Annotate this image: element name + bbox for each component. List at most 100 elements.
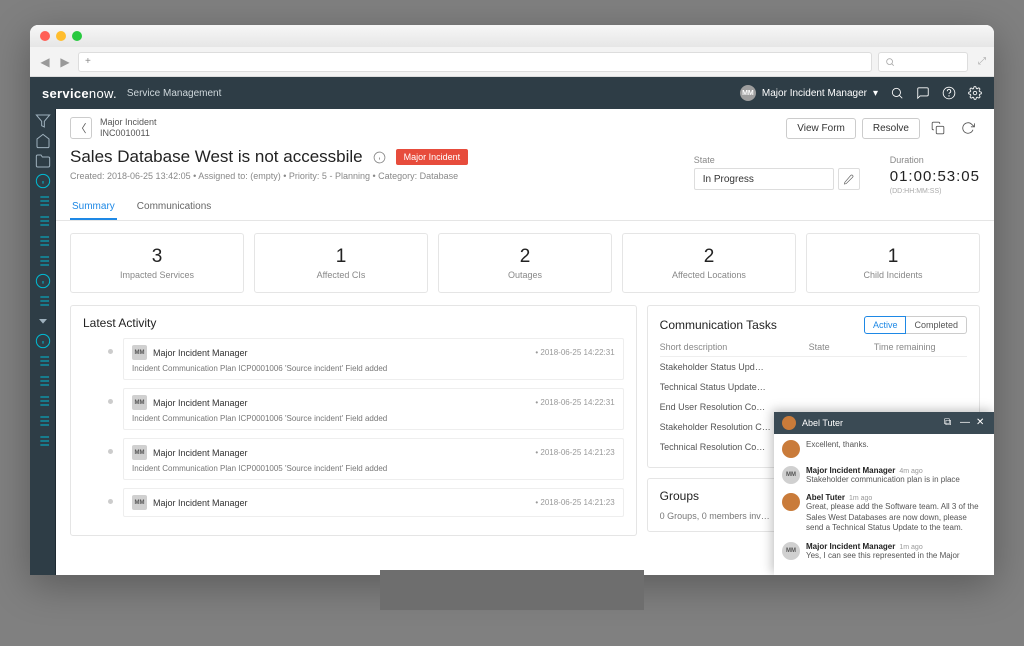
filter-icon[interactable]	[35, 113, 51, 129]
chat-msg-avatar: MM	[782, 542, 800, 560]
kpi-label: Impacted Services	[75, 270, 239, 280]
nav-forward-icon[interactable]: ▶	[58, 55, 72, 69]
monitor-frame: ◀ ▶ + ⤢ servicenow. Service Management M…	[30, 25, 994, 575]
kpi-row: 3Impacted Services1Affected CIs2Outages2…	[56, 221, 994, 305]
browser-search[interactable]	[878, 52, 968, 72]
resolve-button[interactable]: Resolve	[862, 118, 920, 139]
tab-communications[interactable]: Communications	[135, 195, 213, 220]
gear-icon[interactable]	[968, 86, 982, 100]
list-icon[interactable]	[35, 213, 51, 229]
popout-icon[interactable]: ⧉	[944, 418, 954, 428]
monitor-stand	[380, 570, 644, 610]
folder-icon[interactable]	[35, 153, 51, 169]
list-icon[interactable]	[35, 193, 51, 209]
comm-task-row[interactable]: Technical Status Update…	[660, 377, 967, 397]
activity-time: 2018-06-25 14:21:23	[535, 498, 614, 507]
mac-zoom-icon[interactable]	[72, 31, 82, 41]
list-icon[interactable]	[35, 233, 51, 249]
duration-format: (DD:HH:MM:SS)	[890, 188, 980, 195]
copy-icon[interactable]	[926, 117, 950, 139]
chat-popup: Abel Tuter ⧉ — ✕ Excellent, thanks. MM Maj…	[774, 412, 994, 575]
activity-author: Major Incident Manager	[153, 498, 248, 508]
latest-activity-panel: Latest Activity MMMajor Incident Manager…	[70, 305, 637, 536]
activity-author: Major Incident Manager	[153, 348, 248, 358]
kpi-number: 1	[811, 246, 975, 268]
state-field[interactable]: In Progress	[694, 168, 834, 190]
record-title: Sales Database West is not accessbile	[70, 147, 363, 167]
minimize-icon[interactable]: —	[960, 418, 970, 428]
activity-item[interactable]: MMMajor Incident Manager2018-06-25 14:22…	[123, 388, 624, 430]
chat-msg-text: Great, please add the Software team. All…	[806, 502, 986, 533]
activity-time: 2018-06-25 14:22:31	[535, 348, 614, 357]
back-button[interactable]: 〈	[70, 117, 92, 139]
fullscreen-icon[interactable]: ⤢	[978, 56, 986, 67]
search-icon[interactable]	[890, 86, 904, 100]
toggle-completed[interactable]: Completed	[906, 316, 967, 334]
mac-minimize-icon[interactable]	[56, 31, 66, 41]
mac-titlebar	[30, 25, 994, 47]
toggle-active[interactable]: Active	[864, 316, 907, 334]
chat-msg-avatar: MM	[782, 466, 800, 484]
view-form-button[interactable]: View Form	[786, 118, 856, 139]
kpi-label: Child Incidents	[811, 270, 975, 280]
major-incident-badge: Major Incident	[396, 149, 469, 165]
list-icon[interactable]	[35, 353, 51, 369]
list-icon[interactable]	[35, 393, 51, 409]
comm-task-row[interactable]: Stakeholder Status Upd…	[660, 357, 967, 377]
chat-msg-text: Excellent, thanks.	[806, 440, 986, 450]
list-icon[interactable]	[35, 433, 51, 449]
info-icon[interactable]	[35, 273, 51, 289]
ct-col-desc: Short description	[660, 342, 809, 352]
list-icon[interactable]	[35, 373, 51, 389]
browser-toolbar: ◀ ▶ + ⤢	[30, 47, 994, 77]
help-icon[interactable]	[942, 86, 956, 100]
kpi-label: Affected Locations	[627, 270, 791, 280]
sn-app-name: Service Management	[127, 88, 222, 99]
mac-close-icon[interactable]	[40, 31, 50, 41]
chat-msg-text: Yes, I can see this represented in the M…	[806, 551, 986, 561]
edit-state-button[interactable]	[838, 168, 860, 190]
record-type: Major Incident	[100, 117, 157, 128]
address-bar[interactable]: +	[78, 52, 872, 72]
kpi-card[interactable]: 2Affected Locations	[622, 233, 796, 293]
close-icon[interactable]: ✕	[976, 418, 986, 428]
chat-icon[interactable]	[916, 86, 930, 100]
nav-back-icon[interactable]: ◀	[38, 55, 52, 69]
chat-msg-author: Abel Tuter1m ago	[806, 493, 986, 502]
kpi-card[interactable]: 2Outages	[438, 233, 612, 293]
kpi-card[interactable]: 3 Impacted Services	[70, 233, 244, 293]
chat-msg-author: Major Incident Manager4m ago	[806, 466, 986, 475]
activity-body: Incident Communication Plan ICP0001006 '…	[132, 414, 615, 423]
kpi-label: Affected CIs	[259, 270, 423, 280]
kpi-card[interactable]: 1 Child Incidents	[806, 233, 980, 293]
list-icon[interactable]	[35, 413, 51, 429]
list-icon[interactable]	[35, 253, 51, 269]
ct-col-state: State	[809, 342, 874, 352]
duration-label: Duration	[890, 155, 980, 165]
list-icon[interactable]	[35, 293, 51, 309]
sidebar-nav	[30, 109, 56, 575]
chevron-down-icon[interactable]	[35, 313, 51, 329]
ct-col-time: Time remaining	[874, 342, 967, 352]
home-icon[interactable]	[35, 133, 51, 149]
kpi-number: 2	[443, 246, 607, 268]
kpi-number: 3	[75, 246, 239, 268]
chat-header[interactable]: Abel Tuter ⧉ — ✕	[774, 412, 994, 434]
tab-summary[interactable]: Summary	[70, 195, 117, 220]
chat-contact-name: Abel Tuter	[802, 418, 938, 428]
info-icon[interactable]	[373, 151, 386, 164]
activity-avatar: MM	[132, 395, 147, 410]
info-icon[interactable]	[35, 333, 51, 349]
kpi-card[interactable]: 1Affected CIs	[254, 233, 428, 293]
sn-header: servicenow. Service Management MM Major …	[30, 77, 994, 109]
user-menu[interactable]: MM Major Incident Manager ▾	[740, 85, 878, 101]
chevron-down-icon: ▾	[873, 88, 878, 99]
info-icon[interactable]	[35, 173, 51, 189]
activity-body: Incident Communication Plan ICP0001005 '…	[132, 464, 615, 473]
refresh-icon[interactable]	[956, 117, 980, 139]
activity-item[interactable]: MMMajor Incident Manager2018-06-25 14:21…	[123, 438, 624, 480]
sn-logo: servicenow.	[42, 86, 117, 101]
activity-item[interactable]: MMMajor Incident Manager2018-06-25 14:22…	[123, 338, 624, 380]
activity-item[interactable]: MMMajor Incident Manager2018-06-25 14:21…	[123, 488, 624, 517]
state-label: State	[694, 155, 860, 165]
